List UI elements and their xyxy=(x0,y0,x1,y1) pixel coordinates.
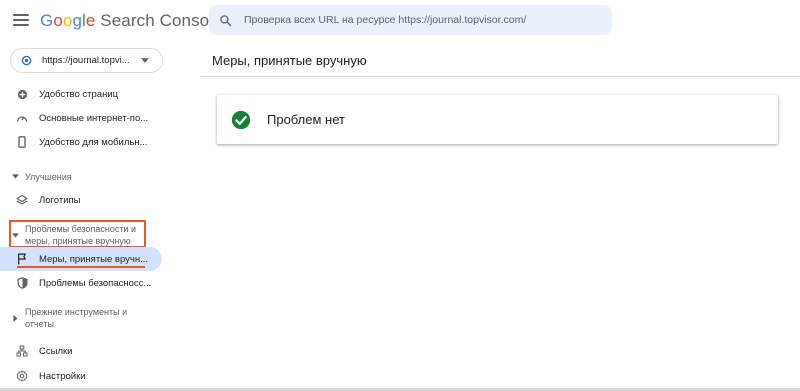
header-divider xyxy=(200,76,800,77)
property-globe-icon xyxy=(21,55,32,66)
section-legacy-tools[interactable]: Прежние инструменты и отчеты xyxy=(0,305,162,331)
mobile-icon xyxy=(16,136,28,148)
sidebar-item-logos[interactable]: Логотипы xyxy=(0,188,162,212)
menu-line xyxy=(13,14,29,16)
sidebar-item-label: Удобство страниц xyxy=(39,88,119,100)
sidebar-item-label: Меры, принятые вручн... xyxy=(39,253,149,265)
hamburger-menu-button[interactable] xyxy=(10,10,32,30)
section-label: Проблемы безопасности и меры, принятые в… xyxy=(25,224,137,246)
product-name: Search Console xyxy=(100,11,223,30)
property-selector[interactable]: https://journal.topvi... xyxy=(10,48,163,73)
sidebar-item-label: Настройки xyxy=(39,370,86,382)
search-icon xyxy=(220,14,232,26)
sidebar-item-mobile-usability[interactable]: Удобство для мобильн... xyxy=(0,130,162,154)
section-label: Улучшения xyxy=(25,172,72,182)
section-security-manual-actions[interactable]: Проблемы безопасности и меры, принятые в… xyxy=(0,222,162,248)
layers-icon xyxy=(16,194,28,206)
sidebar-item-links[interactable]: Ссылки xyxy=(0,339,162,363)
chevron-down-icon xyxy=(141,58,149,63)
sidebar-item-label: Проблемы безопасносс... xyxy=(39,277,152,289)
caret-down-icon xyxy=(12,174,19,179)
sidebar-item-page-experience[interactable]: Удобство страниц xyxy=(0,82,162,106)
section-label: Прежние инструменты и отчеты xyxy=(25,307,128,329)
sidebar-item-label: Основные интернет-по... xyxy=(39,112,149,124)
status-text: Проблем нет xyxy=(267,112,345,127)
app-header: Google Search Console Проверка всех URL … xyxy=(0,0,800,40)
caret-right-icon xyxy=(13,315,18,322)
sidebar-item-core-web-vitals[interactable]: Основные интернет-по... xyxy=(0,106,162,130)
property-label: https://journal.topvi... xyxy=(42,55,130,66)
menu-line xyxy=(13,19,29,21)
sidebar-item-label: Ссылки xyxy=(39,345,73,357)
flag-icon xyxy=(16,253,28,265)
check-circle-icon xyxy=(231,110,251,129)
sidebar-item-security-issues[interactable]: Проблемы безопасносс... xyxy=(0,271,162,295)
shield-icon xyxy=(16,277,28,289)
search-input[interactable]: Проверка всех URL на ресурсе https://jou… xyxy=(244,14,526,26)
sidebar-item-label: Логотипы xyxy=(39,194,81,206)
menu-line xyxy=(13,24,29,26)
sitemap-icon xyxy=(16,345,28,357)
status-card: Проблем нет xyxy=(217,95,778,144)
page-title: Меры, принятые вручную xyxy=(212,53,367,68)
sidebar-item-manual-actions[interactable]: Меры, принятые вручн... xyxy=(0,247,162,271)
page-experience-icon xyxy=(16,88,28,100)
caret-down-icon xyxy=(12,233,19,238)
app-logo[interactable]: Google Search Console xyxy=(40,11,223,31)
section-enhancements[interactable]: Улучшения xyxy=(0,170,162,184)
gear-icon xyxy=(16,370,28,382)
sidebar-item-label: Удобство для мобильн... xyxy=(39,136,148,148)
sidebar-item-settings[interactable]: Настройки xyxy=(0,364,162,388)
google-wordmark: Google xyxy=(40,11,96,30)
core-web-vitals-icon xyxy=(16,112,28,124)
url-inspection-search[interactable]: Проверка всех URL на ресурсе https://jou… xyxy=(209,5,612,35)
